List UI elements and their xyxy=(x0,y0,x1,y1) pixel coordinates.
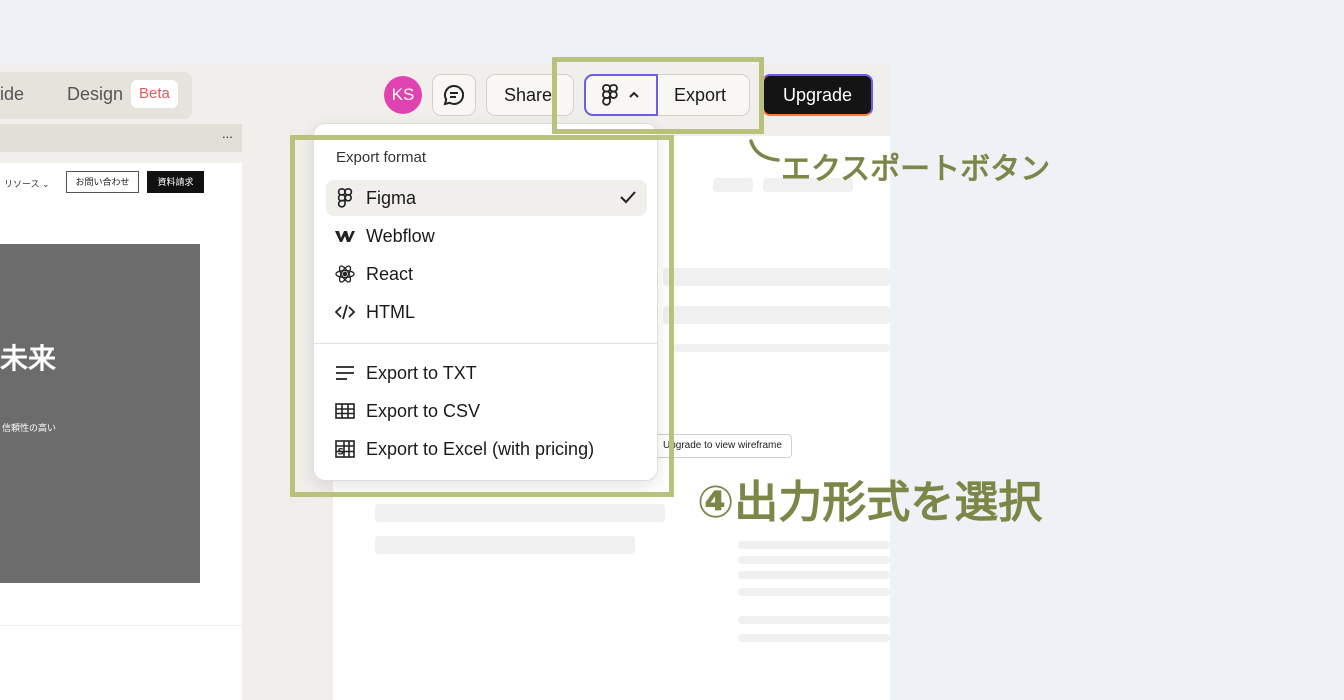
upgrade-button[interactable]: Upgrade xyxy=(762,74,873,116)
placeholder-line xyxy=(375,504,665,522)
hero-subtitle: 信頼性の高い xyxy=(2,423,57,433)
request-docs-button[interactable]: 資料請求 xyxy=(147,171,204,193)
tab-design[interactable]: Design xyxy=(67,84,123,105)
placeholder-line xyxy=(738,556,890,564)
page-preview: リソース ⌄ お問い合わせ 資料請求 未来 信頼性の高い xyxy=(0,163,242,700)
mode-tabs: ide Design Beta xyxy=(0,72,192,119)
contact-button[interactable]: お問い合わせ xyxy=(66,171,139,193)
highlight-format-menu xyxy=(290,135,674,497)
placeholder-line xyxy=(738,616,890,624)
callout-line xyxy=(749,139,780,162)
divider xyxy=(0,625,242,626)
hero-image: 未来 信頼性の高い xyxy=(0,244,200,583)
placeholder-line xyxy=(738,634,890,642)
beta-badge: Beta xyxy=(131,80,178,108)
nav-resources[interactable]: リソース ⌄ xyxy=(4,177,50,190)
placeholder-line xyxy=(738,571,890,579)
annotation-export-button: エクスポートボタン xyxy=(781,153,1051,186)
comment-button[interactable] xyxy=(432,74,476,116)
placeholder-line xyxy=(738,541,890,549)
placeholder-line xyxy=(673,344,890,352)
tab-guide[interactable]: ide xyxy=(0,84,24,105)
avatar[interactable]: KS xyxy=(384,76,422,114)
placeholder-line xyxy=(713,178,753,192)
placeholder-line xyxy=(663,268,890,286)
placeholder-line xyxy=(375,536,635,554)
preview-toolbar xyxy=(0,124,242,152)
highlight-export-button xyxy=(552,57,764,134)
placeholder-line xyxy=(738,588,890,596)
more-options-button[interactable]: ... xyxy=(222,126,233,141)
annotation-select-format: ④出力形式を選択 xyxy=(697,478,1043,527)
hero-title: 未来 xyxy=(0,343,57,374)
placeholder-line xyxy=(663,306,890,324)
comment-icon xyxy=(443,84,465,106)
